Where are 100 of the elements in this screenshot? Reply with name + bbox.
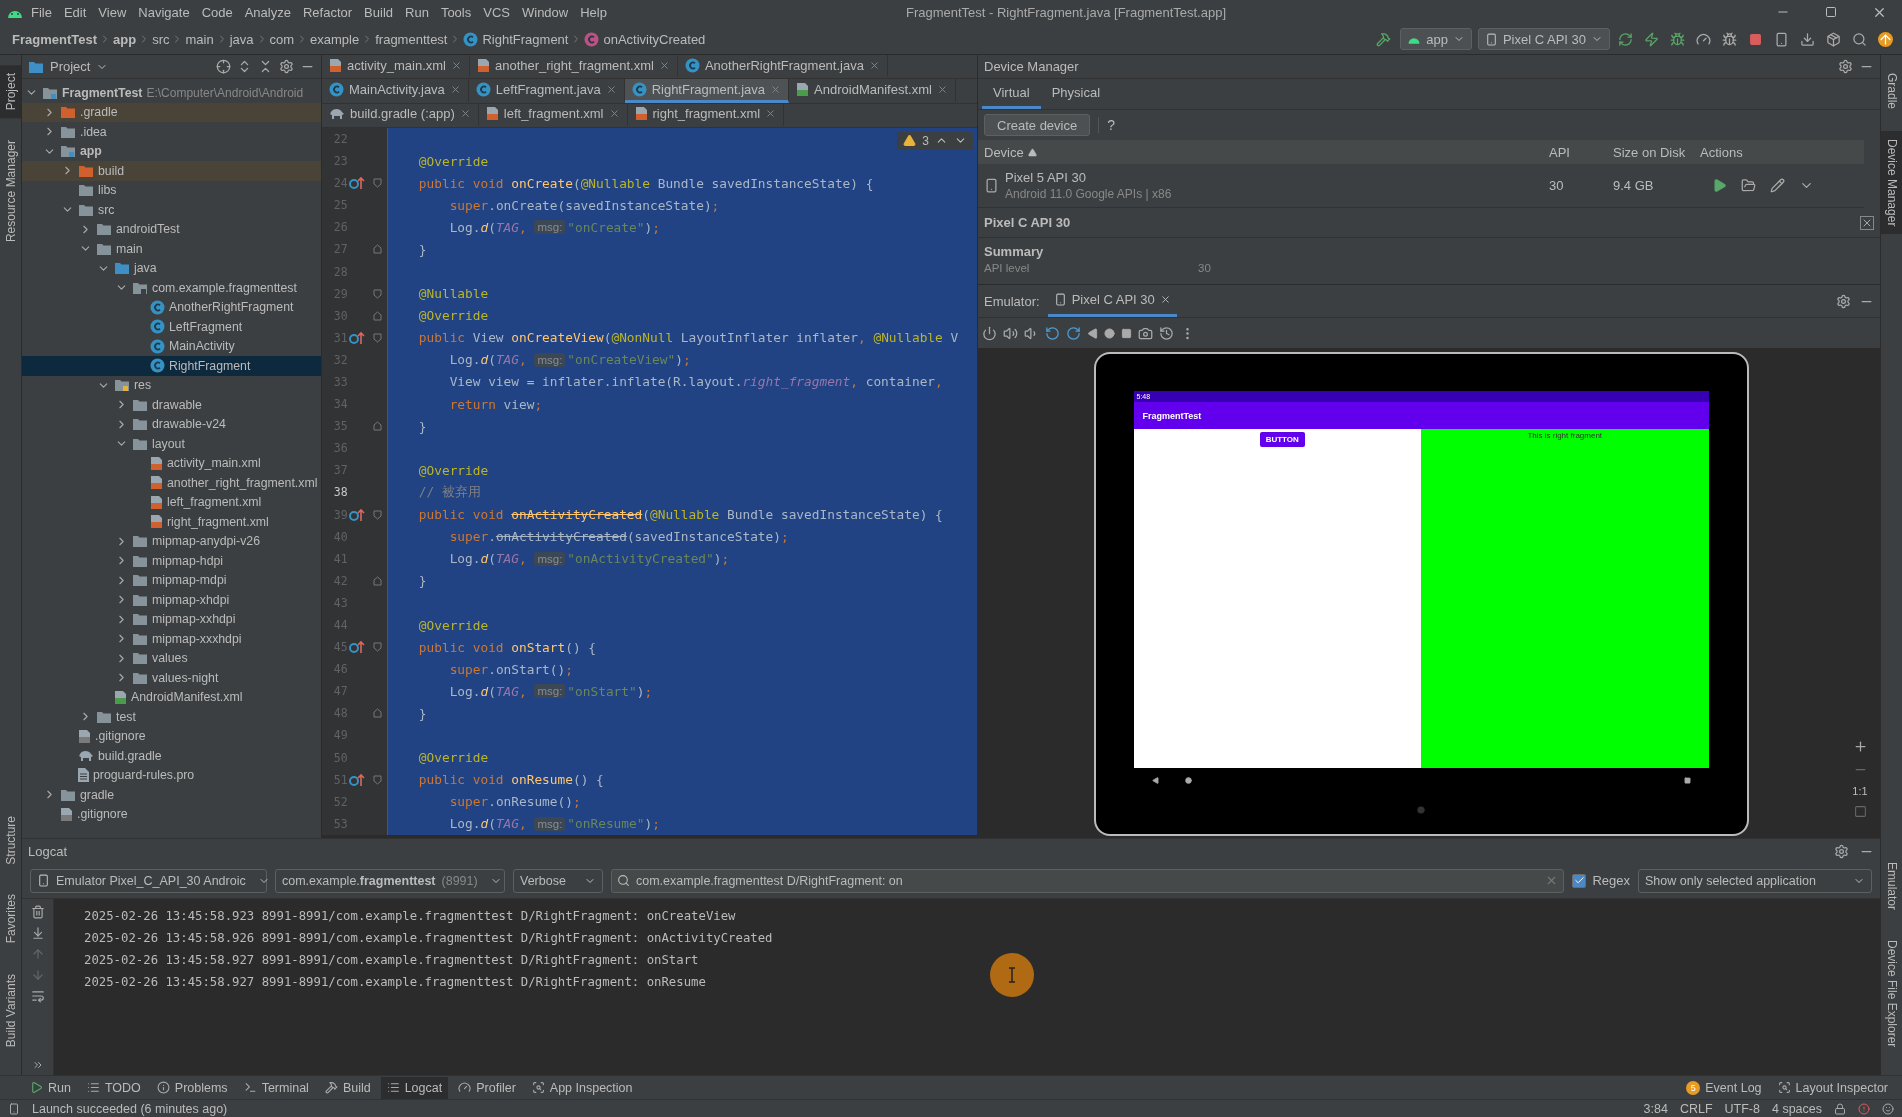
tree-row[interactable]: com.example.fragmenttest [22,278,321,298]
breadcrumb[interactable]: example [308,31,362,47]
settings-icon[interactable] [279,59,294,74]
menu-item[interactable]: VCS [478,2,515,22]
close-icon[interactable] [1159,294,1171,305]
editor-tab[interactable]: MainActivity.java [322,79,469,103]
menu-item[interactable]: Navigate [133,2,195,22]
tree-row[interactable]: RightFragment [22,356,321,376]
tree-row[interactable]: drawable [22,395,321,415]
tree-row[interactable]: .gradle [22,102,321,122]
tree-row[interactable]: java [22,258,321,278]
power-icon[interactable] [982,325,997,341]
tree-row[interactable]: mipmap-xhdpi [22,590,321,610]
column-header[interactable]: Size on Disk [1607,144,1694,160]
tree-row[interactable]: AnotherRightFragment [22,297,321,317]
tool-window-button[interactable]: Terminal [237,1076,315,1099]
side-tool-tab[interactable]: Device File Explorer [1881,931,1902,1055]
fold-icon[interactable] [372,575,382,586]
menu-item[interactable]: Run [400,2,434,22]
tool-window-button[interactable]: Run [24,1076,77,1099]
tree-row[interactable]: gradle [22,785,321,805]
camera-icon[interactable] [1138,325,1153,341]
settings-icon[interactable] [1836,293,1851,309]
menu-item[interactable]: Code [196,2,238,22]
side-tool-tab[interactable]: Resource Manager [0,132,21,251]
tool-window-button[interactable]: Build [318,1076,377,1099]
tree-row[interactable]: FragmentTest E:\Computer\Android\Android [22,83,321,103]
tree-row[interactable]: activity_main.xml [22,453,321,473]
close-icon[interactable] [658,59,670,71]
editor-tab[interactable]: AndroidManifest.xml [789,79,956,103]
indent-setting[interactable]: 4 spaces [1771,1101,1822,1116]
breadcrumb[interactable]: com [267,31,297,47]
tree-row[interactable]: mipmap-hdpi [22,551,321,571]
breadcrumb[interactable]: RightFragment [461,31,571,47]
tree-row[interactable]: drawable-v24 [22,414,321,434]
tree-row[interactable]: .gitignore [22,726,321,746]
close-icon[interactable] [936,83,948,95]
tree-row[interactable]: mipmap-mdpi [22,570,321,590]
editor-tab[interactable]: right_fragment.xml [627,103,785,127]
tree-row[interactable]: mipmap-xxxhdpi [22,629,321,649]
tree-row[interactable]: src [22,200,321,220]
fold-icon[interactable] [372,774,382,785]
editor-tab[interactable]: left_fragment.xml [478,103,628,127]
tree-row[interactable]: res [22,375,321,395]
overview-icon[interactable] [1683,776,1691,784]
settings-icon[interactable] [1838,59,1853,74]
locate-icon[interactable] [216,59,231,74]
breadcrumb[interactable]: onActivityCreated [582,31,708,47]
close-icon[interactable] [449,83,461,95]
panel-title[interactable]: Project [50,59,91,74]
close-icon[interactable] [459,108,471,120]
pencil-icon[interactable] [1770,178,1785,193]
folder-icon[interactable] [1741,178,1756,193]
menu-item[interactable]: Analyze [239,2,296,22]
fold-icon[interactable] [372,310,382,321]
tree-row[interactable]: app [22,141,321,161]
volume-up-icon[interactable] [1003,325,1018,341]
side-tool-tab[interactable]: Device Manager [1881,131,1902,235]
menu-item[interactable]: View [93,2,132,22]
tree-row[interactable]: build.gradle [22,746,321,766]
close-icon[interactable] [770,83,782,95]
app-button[interactable]: BUTTON [1259,432,1305,447]
settings-icon[interactable] [1834,843,1849,859]
menu-item[interactable]: Refactor [297,2,358,22]
file-encoding[interactable]: UTF-8 [1724,1101,1760,1116]
tree-row[interactable]: proguard-rules.pro [22,765,321,785]
close-icon[interactable] [450,59,462,71]
close-icon[interactable] [1860,215,1874,230]
side-tool-tab[interactable]: Emulator [1881,853,1902,918]
device-dropdown[interactable]: Pixel C API 30 [1477,28,1610,50]
close-icon[interactable] [608,108,620,120]
trash-icon[interactable] [30,905,45,919]
close-icon[interactable] [605,83,617,95]
process-dropdown[interactable]: com.example.fragmenttest (8991) [275,868,505,893]
tree-row[interactable]: MainActivity [22,336,321,356]
editor-tab[interactable]: LeftFragment.java [468,79,625,103]
close-icon[interactable] [765,108,777,120]
fit-screen-icon[interactable] [1853,805,1867,818]
log-level-dropdown[interactable]: Verbose [513,868,603,893]
tree-row[interactable]: build [22,161,321,181]
home-icon[interactable] [1104,327,1115,339]
actual-size-button[interactable]: 1:1 [1852,785,1868,797]
tree-row[interactable]: right_fragment.xml [22,512,321,532]
filter-dropdown[interactable]: Show only selected application [1638,868,1872,893]
tool-window-button[interactable]: Logcat [380,1076,449,1099]
tree-row[interactable]: .idea [22,122,321,142]
column-header[interactable]: Device [978,144,1543,160]
tool-window-button[interactable]: App Inspection [525,1076,639,1099]
soft-wrap-icon[interactable] [30,989,45,1003]
breadcrumb[interactable]: main [183,31,216,47]
editor-tab[interactable]: activity_main.xml [322,55,470,79]
editor-tab[interactable]: AnotherRightFragment.java [677,55,888,79]
side-tool-tab[interactable]: Build Variants [0,965,21,1055]
close-icon[interactable] [868,59,880,71]
fold-icon[interactable] [372,332,382,343]
tab[interactable]: Virtual [982,79,1041,109]
breadcrumb[interactable]: java [227,31,256,47]
editor-tab[interactable]: another_right_fragment.xml [469,55,678,79]
tab[interactable]: Physical [1040,79,1112,109]
lock-icon[interactable] [1834,1102,1846,1115]
